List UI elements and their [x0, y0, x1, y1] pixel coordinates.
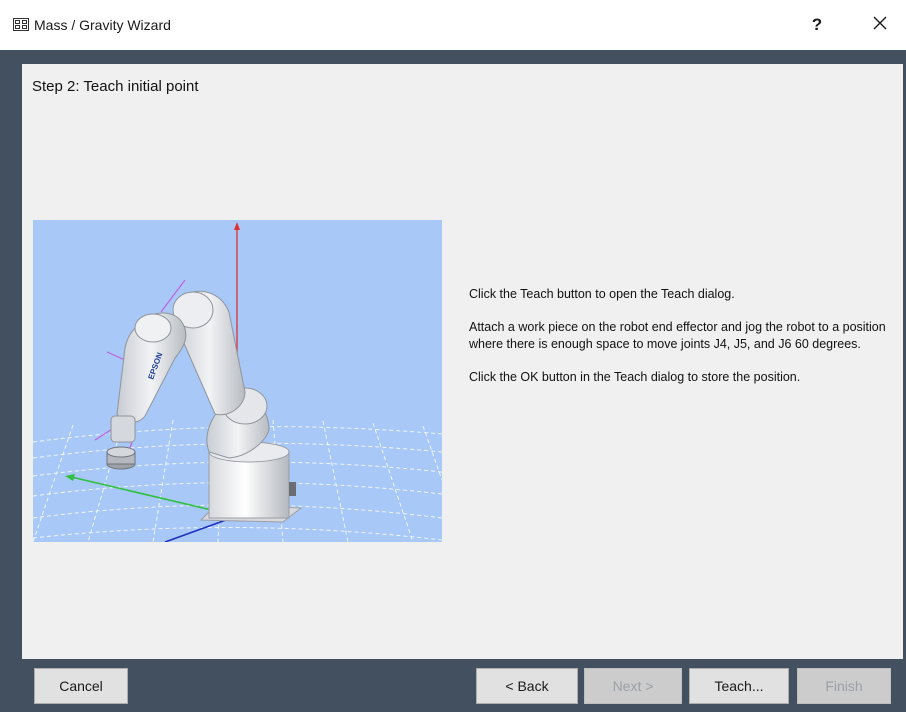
step-title: Step 2: Teach initial point: [32, 78, 199, 95]
close-icon: [873, 16, 887, 35]
instruction-paragraph: Click the Teach button to open the Teach…: [469, 287, 735, 301]
close-button[interactable]: [860, 8, 900, 42]
wizard-window: Mass / Gravity Wizard ? Step 2: Teach in…: [0, 0, 906, 712]
window-title: Mass / Gravity Wizard: [34, 17, 171, 33]
instructions-text: Click the Teach button to open the Teach…: [469, 286, 889, 402]
title-bar[interactable]: Mass / Gravity Wizard ?: [0, 0, 906, 50]
instruction-paragraph: Click the OK button in the Teach dialog …: [469, 370, 801, 384]
cancel-button[interactable]: Cancel: [34, 668, 128, 704]
wizard-content-panel: Step 2: Teach initial point EPSON Click …: [22, 64, 903, 659]
next-button[interactable]: Next >: [584, 668, 682, 704]
help-button[interactable]: ?: [797, 8, 837, 42]
instruction-paragraph: Attach a work piece on the robot end eff…: [469, 320, 886, 351]
robot-arm-image: EPSON: [32, 220, 443, 543]
finish-button[interactable]: Finish: [797, 668, 891, 704]
wizard-app-icon: [13, 18, 29, 31]
back-button[interactable]: < Back: [476, 668, 578, 704]
wizard-button-bar: Cancel < Back Next > Teach... Finish: [0, 659, 906, 712]
teach-button[interactable]: Teach...: [689, 668, 789, 704]
